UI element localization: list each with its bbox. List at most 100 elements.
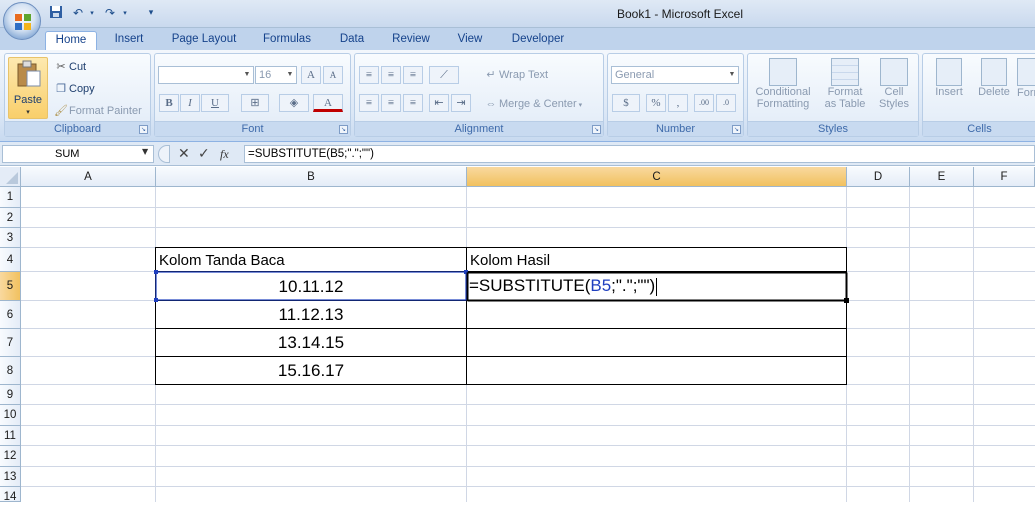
row-header-3[interactable]: 3 [0, 228, 21, 248]
tab-formulas[interactable]: Formulas [254, 31, 320, 50]
align-left-icon[interactable]: ≡ [359, 94, 379, 112]
row-header-9[interactable]: 9 [0, 385, 21, 405]
customize-icon[interactable]: ▾ [143, 5, 159, 21]
ribbon-tab-bar: Home Insert Page Layout Formulas Data Re… [0, 28, 1035, 50]
cell-c4[interactable]: Kolom Hasil [467, 248, 846, 272]
currency-icon[interactable]: $ [612, 94, 640, 112]
column-header-b[interactable]: B [156, 167, 467, 187]
insert-function-icon[interactable]: fx [220, 145, 229, 163]
tab-insert[interactable]: Insert [106, 31, 152, 50]
tab-page-layout[interactable]: Page Layout [164, 31, 244, 50]
row-header-8[interactable]: 8 [0, 357, 21, 385]
cell-styles-button[interactable]: Cell Styles [874, 58, 914, 110]
conditional-formatting-button[interactable]: Conditional Formatting [752, 58, 814, 110]
font-launcher-icon[interactable]: ↘ [339, 125, 348, 134]
cell-b6[interactable]: 11.12.13 [156, 301, 466, 329]
align-center-icon[interactable]: ≡ [381, 94, 401, 112]
format-as-table-button[interactable]: Format as Table [820, 58, 870, 110]
format-table-label: Format [827, 86, 863, 98]
office-button[interactable] [3, 2, 41, 40]
decrease-indent-icon[interactable]: ⇤ [429, 94, 449, 112]
name-box-dropdown-icon[interactable]: ▼ [142, 147, 148, 156]
column-header-d[interactable]: D [847, 167, 910, 187]
font-color-button[interactable]: A [313, 94, 343, 112]
redo-icon[interactable]: ↷ [102, 5, 118, 21]
cell-b8[interactable]: 15.16.17 [156, 357, 466, 385]
shrink-font-button[interactable]: A [323, 66, 343, 84]
cell-c5-editing[interactable]: =SUBSTITUTE(B5;".";"") [467, 271, 846, 301]
name-box[interactable]: SUM [2, 145, 154, 163]
align-top-icon[interactable]: ≡ [359, 66, 379, 84]
number-launcher-icon[interactable]: ↘ [732, 125, 741, 134]
row-header-7[interactable]: 7 [0, 329, 21, 357]
enter-check-icon[interactable]: ✓ [198, 145, 210, 163]
column-header-e[interactable]: E [910, 167, 974, 187]
orientation-icon[interactable]: ⟋ [429, 66, 459, 84]
select-all-corner[interactable] [0, 167, 21, 187]
row-header-11[interactable]: 11 [0, 426, 21, 446]
comma-button[interactable]: , [668, 94, 688, 112]
percent-label: % [651, 97, 661, 109]
insert-cells-button[interactable]: Insert [927, 58, 971, 98]
increase-decimal-label: .00 [699, 98, 709, 107]
tab-view[interactable]: View [448, 31, 492, 50]
grow-font-button[interactable]: A [301, 66, 321, 84]
alignment-launcher-icon[interactable]: ↘ [592, 125, 601, 134]
row-header-6[interactable]: 6 [0, 301, 21, 329]
percent-button[interactable]: % [646, 94, 666, 112]
row-header-2[interactable]: 2 [0, 208, 21, 228]
copy-button[interactable]: ❐ Copy [53, 81, 95, 97]
paste-button[interactable]: Paste ▾ [8, 57, 48, 119]
undo-dropdown-icon[interactable]: ▾ [84, 5, 100, 21]
cell-b4[interactable]: Kolom Tanda Baca [156, 248, 466, 272]
formula-reference: B5 [590, 276, 612, 295]
tab-review[interactable]: Review [384, 31, 438, 50]
increase-decimal-button[interactable]: .00 [694, 94, 714, 112]
row-header-14[interactable]: 14 [0, 487, 21, 503]
font-name-combo[interactable]: ▼ [158, 66, 254, 84]
redo-dropdown-icon[interactable]: ▾ [117, 5, 133, 21]
cell-b7[interactable]: 13.14.15 [156, 329, 466, 357]
decrease-decimal-button[interactable]: .0 [716, 94, 736, 112]
paste-label: Paste [13, 94, 43, 106]
align-right-icon[interactable]: ≡ [403, 94, 423, 112]
underline-button[interactable]: U [201, 94, 229, 112]
tab-home[interactable]: Home [45, 31, 97, 50]
borders-button[interactable]: ⊞ [241, 94, 269, 112]
format-cells-button[interactable]: Form [1017, 58, 1035, 99]
formula-bar-grip [158, 145, 170, 163]
row-header-1[interactable]: 1 [0, 187, 21, 208]
font-size-combo[interactable]: 16 ▼ [255, 66, 297, 84]
column-header-a[interactable]: A [21, 167, 156, 187]
formula-input[interactable]: =SUBSTITUTE(B5;".";"") [244, 145, 1035, 163]
cancel-icon[interactable]: ✕ [178, 145, 190, 163]
number-format-dropdown-icon: ▼ [728, 71, 736, 78]
borders-icon: ⊞ [250, 97, 260, 109]
cut-button[interactable]: ✂ Cut [53, 59, 86, 75]
row-header-5[interactable]: 5 [0, 272, 21, 301]
row-header-12[interactable]: 12 [0, 446, 21, 467]
bold-button[interactable]: B [159, 94, 179, 112]
merge-center-button[interactable]: ⇔ Merge & Center ▾ [483, 96, 583, 112]
column-header-c[interactable]: C [467, 167, 847, 187]
row-header-10[interactable]: 10 [0, 405, 21, 426]
tab-developer[interactable]: Developer [503, 31, 573, 50]
italic-button[interactable]: I [180, 94, 200, 112]
fill-color-button[interactable]: ◈ [279, 94, 309, 112]
save-icon[interactable] [48, 5, 64, 21]
cell-b5[interactable]: 10.11.12 [156, 273, 466, 301]
increase-indent-icon[interactable]: ⇥ [451, 94, 471, 112]
row-header-4[interactable]: 4 [0, 248, 21, 272]
worksheet-grid[interactable]: A B C D E F 1 2 3 4 5 6 7 8 9 10 11 12 1… [0, 167, 1035, 503]
number-format-combo[interactable]: General ▼ [611, 66, 739, 84]
row-header-13[interactable]: 13 [0, 467, 21, 487]
wrap-text-button[interactable]: ↵ Wrap Text [483, 67, 548, 83]
align-middle-icon[interactable]: ≡ [381, 66, 401, 84]
font-color-label: A [324, 97, 332, 109]
clipboard-launcher-icon[interactable]: ↘ [139, 125, 148, 134]
align-bottom-icon[interactable]: ≡ [403, 66, 423, 84]
tab-data[interactable]: Data [330, 31, 374, 50]
column-header-f[interactable]: F [974, 167, 1035, 187]
delete-cells-button[interactable]: Delete [973, 58, 1015, 98]
format-painter-button[interactable]: 🖌Format Painter [53, 103, 142, 119]
